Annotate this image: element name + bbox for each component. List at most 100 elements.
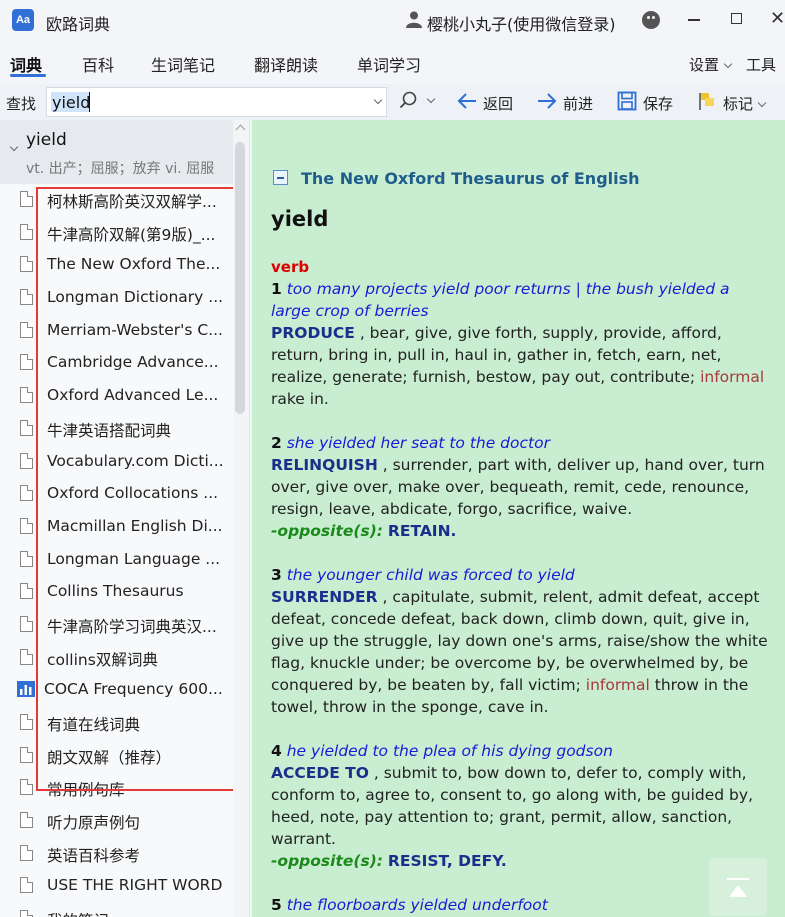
doc-icon: [20, 615, 33, 632]
dictionary-list-item[interactable]: COCA Frequency 600...: [0, 674, 233, 707]
dictionary-list-item[interactable]: 牛津高阶学习词典英汉...: [0, 609, 233, 642]
scroll-up-icon[interactable]: [235, 124, 246, 135]
dictionary-list-item[interactable]: 我的笔记: [0, 903, 233, 917]
doc-icon: [20, 746, 33, 763]
doc-icon: [20, 910, 33, 917]
dictionary-list-item[interactable]: 英语百科参考: [0, 838, 233, 871]
doc-icon: [20, 485, 33, 502]
dictionary-list-item[interactable]: 柯林斯高阶英汉双解学...: [0, 184, 233, 217]
example-sentence: the floorboards yielded underfoot: [286, 896, 548, 914]
dictionary-label: 牛津英语搭配词典: [47, 421, 172, 440]
dictionary-list-item[interactable]: 听力原声例句: [0, 805, 233, 838]
tools-menu[interactable]: 工具: [746, 54, 776, 75]
back-button[interactable]: 返回: [483, 93, 513, 114]
dictionary-label: Oxford Advanced Le...: [47, 386, 219, 405]
back-to-top-button[interactable]: [709, 858, 767, 916]
collapse-chevron-icon[interactable]: [9, 142, 19, 152]
app-logo-icon: Aa: [12, 9, 34, 31]
tab-word-study[interactable]: 单词学习: [357, 52, 421, 76]
maximize-icon[interactable]: [731, 13, 742, 24]
sense-number: 3: [271, 566, 282, 584]
feedback-face-icon[interactable]: [642, 11, 660, 29]
bookmark-flag-icon[interactable]: [696, 90, 718, 112]
user-icon[interactable]: [405, 10, 423, 28]
forward-button[interactable]: 前进: [563, 93, 593, 114]
doc-icon: [20, 550, 33, 567]
scroll-thumb[interactable]: [235, 142, 245, 414]
opposite-words: RESIST, DEFY.: [387, 852, 507, 870]
dictionary-sidebar: yield vt. 出产；屈服；放弃 vi. 屈服 柯林斯高阶英汉双解学... 牛…: [0, 120, 250, 917]
doc-icon: [20, 877, 33, 894]
dictionary-list-item[interactable]: Cambridge Advance...: [0, 347, 233, 380]
opposite-label: -opposite(s):: [271, 522, 383, 540]
bookmark-button[interactable]: 标记: [723, 93, 767, 114]
dictionary-list-item[interactable]: The New Oxford The...: [0, 249, 233, 282]
dictionary-list-item[interactable]: Oxford Collocations ...: [0, 478, 233, 511]
example-sentence: she yielded her seat to the doctor: [286, 434, 550, 452]
dictionary-list-item[interactable]: Macmillan English Di...: [0, 511, 233, 544]
doc-icon: [20, 289, 33, 306]
doc-icon: [20, 321, 33, 338]
dictionary-list-item[interactable]: collins双解词典: [0, 642, 233, 675]
sense-block: 1 too many projects yield poor returns |…: [271, 278, 771, 410]
dictionary-list-item[interactable]: Vocabulary.com Dicti...: [0, 446, 233, 479]
dictionary-label: 朗文双解（推荐）: [47, 748, 172, 767]
sense-keyword: ACCEDE TO: [271, 764, 369, 782]
dictionary-label: Oxford Collocations ...: [47, 484, 219, 503]
informal-label: informal: [700, 368, 765, 386]
sense-block: 5 the floorboards yielded underfootBEND …: [271, 894, 771, 917]
tab-dictionary[interactable]: 词典: [10, 52, 42, 76]
dictionary-label: USE THE RIGHT WORD: [47, 876, 223, 895]
save-button[interactable]: 保存: [643, 93, 673, 114]
tab-encyclopedia[interactable]: 百科: [82, 52, 114, 76]
sense-keyword: RELINQUISH: [271, 456, 378, 474]
dictionary-list-item[interactable]: Longman Language ...: [0, 544, 233, 577]
dictionary-list-item[interactable]: Merriam-Webster's C...: [0, 315, 233, 348]
sidebar-word: yield: [26, 130, 67, 150]
app-title: 欧路词典: [46, 15, 111, 34]
dictionary-list-item[interactable]: 常用例句库: [0, 772, 233, 805]
dictionary-list-item[interactable]: 牛津高阶双解(第9版)_...: [0, 217, 233, 250]
tab-vocab-notes[interactable]: 生词笔记: [151, 52, 215, 76]
word-header[interactable]: yield vt. 出产；屈服；放弃 vi. 屈服: [0, 120, 233, 184]
dictionary-list-item[interactable]: USE THE RIGHT WORD: [0, 870, 233, 903]
dictionary-label: Merriam-Webster's C...: [47, 320, 223, 339]
dictionary-label: Longman Dictionary ...: [47, 288, 224, 307]
arrow-right-icon[interactable]: [536, 90, 558, 112]
dictionary-list-item[interactable]: 朗文双解（推荐）: [0, 740, 233, 773]
main-menu: 词典 百科 生词笔记 翻译朗读 单词学习 设置 工具: [0, 40, 785, 84]
doc-icon: [20, 714, 33, 730]
search-icon[interactable]: [399, 91, 417, 109]
sense-block: 2 she yielded her seat to the doctor RELI…: [271, 432, 771, 542]
search-box[interactable]: [46, 87, 387, 117]
dictionary-list-item[interactable]: 有道在线词典: [0, 707, 233, 740]
dictionary-list-item[interactable]: Oxford Advanced Le...: [0, 380, 233, 413]
text-caret: [89, 92, 90, 112]
dictionary-list-item[interactable]: 牛津英语搭配词典: [0, 413, 233, 446]
settings-menu[interactable]: 设置: [689, 54, 733, 75]
dictionary-label: 英语百科参考: [47, 846, 141, 865]
history-dropdown-icon[interactable]: [373, 95, 383, 105]
search-options-chevron-icon[interactable]: [426, 94, 436, 104]
dictionary-label: 牛津高阶双解(第9版)_...: [47, 225, 216, 244]
collapse-section-icon[interactable]: [273, 170, 288, 185]
doc-icon: [20, 583, 33, 600]
part-of-speech: verb: [271, 258, 310, 276]
chevron-down-icon: [757, 98, 767, 108]
dictionary-label: Macmillan English Di...: [47, 516, 223, 535]
tab-translate-read[interactable]: 翻译朗读: [254, 52, 318, 76]
arrow-left-icon[interactable]: [456, 90, 478, 112]
doc-icon: [20, 419, 33, 436]
close-icon[interactable]: ✕: [770, 9, 785, 29]
dictionary-list-item[interactable]: Longman Dictionary ...: [0, 282, 233, 315]
dictionary-source-title[interactable]: The New Oxford Thesaurus of English: [301, 169, 640, 188]
minimize-icon[interactable]: [688, 19, 700, 21]
dictionary-label: collins双解词典: [47, 650, 158, 669]
save-disk-icon[interactable]: [616, 90, 638, 112]
user-account-name[interactable]: 樱桃小丸子(使用微信登录): [427, 11, 616, 35]
example-sentence: too many projects yield poor returns | t…: [271, 280, 730, 320]
dictionary-list-item[interactable]: Collins Thesaurus: [0, 576, 233, 609]
search-input[interactable]: [50, 91, 350, 113]
sidebar-scrollbar[interactable]: [233, 120, 249, 917]
sense-block: 3 the younger child was forced to yield S…: [271, 564, 771, 718]
